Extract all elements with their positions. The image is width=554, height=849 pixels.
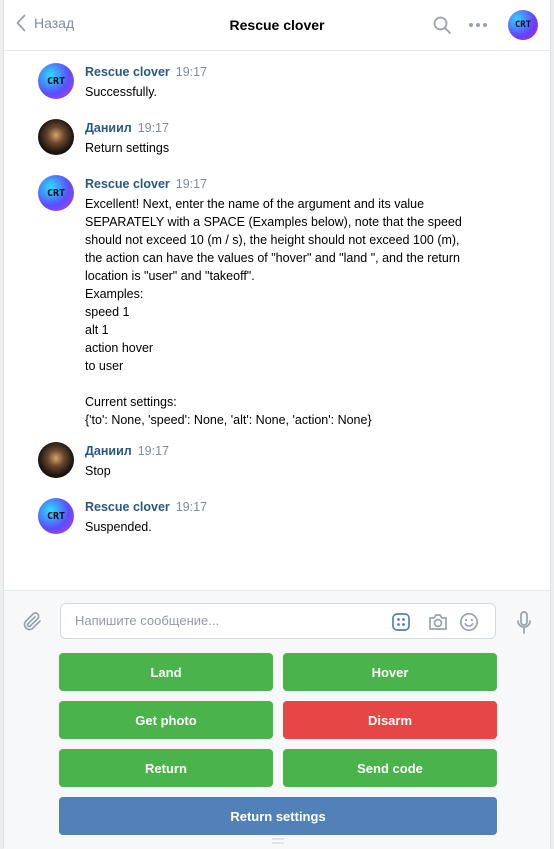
message-author[interactable]: Даниил — [85, 444, 132, 458]
message-text: Excellent! Next, enter the name of the a… — [85, 197, 462, 427]
chat-window: Назад Rescue clover CRT CRT Rescue clove… — [3, 0, 551, 849]
message-time: 19:17 — [175, 65, 208, 79]
message-text: Stop — [85, 464, 111, 478]
avatar[interactable]: CRT — [38, 63, 74, 99]
composer: Land Hover Get photo Disarm Return Send … — [4, 590, 550, 849]
avatar[interactable] — [38, 442, 74, 478]
more-icon[interactable] — [468, 22, 488, 28]
message-text: Suspended. — [85, 520, 152, 534]
paperclip-icon[interactable] — [22, 611, 44, 633]
avatar[interactable]: CRT — [38, 175, 74, 211]
disarm-button[interactable]: Disarm — [283, 701, 497, 739]
message-author[interactable]: Rescue clover — [85, 177, 170, 191]
message-author[interactable]: Rescue clover — [85, 65, 170, 79]
avatar[interactable]: CRT — [38, 498, 74, 534]
resize-handle-icon[interactable] — [272, 838, 284, 844]
message-author[interactable]: Даниил — [85, 121, 132, 135]
message-time: 19:17 — [175, 177, 208, 191]
avatar[interactable] — [38, 119, 74, 155]
camera-icon[interactable] — [427, 612, 449, 632]
get-photo-button[interactable]: Get photo — [59, 701, 273, 739]
message-time: 19:17 — [137, 121, 169, 135]
bot-keyboard-icon[interactable] — [391, 612, 411, 632]
return-settings-button[interactable]: Return settings — [59, 797, 497, 835]
search-icon[interactable] — [432, 15, 452, 35]
message-text: Return settings — [85, 141, 170, 155]
message-time: 19:17 — [175, 500, 208, 514]
microphone-icon[interactable] — [516, 611, 532, 635]
land-button[interactable]: Land — [59, 653, 273, 691]
chat-avatar[interactable]: CRT — [508, 10, 538, 40]
hover-button[interactable]: Hover — [283, 653, 497, 691]
message-author[interactable]: Rescue clover — [85, 500, 170, 514]
return-button[interactable]: Return — [59, 749, 273, 787]
message-input[interactable] — [73, 612, 377, 629]
message-time: 19:17 — [137, 444, 169, 458]
send-code-button[interactable]: Send code — [283, 749, 497, 787]
emoji-icon[interactable] — [459, 612, 479, 632]
message-input-box — [60, 603, 496, 639]
message-text: Successfully. — [85, 85, 158, 99]
chat-header: Назад Rescue clover CRT — [4, 0, 550, 51]
